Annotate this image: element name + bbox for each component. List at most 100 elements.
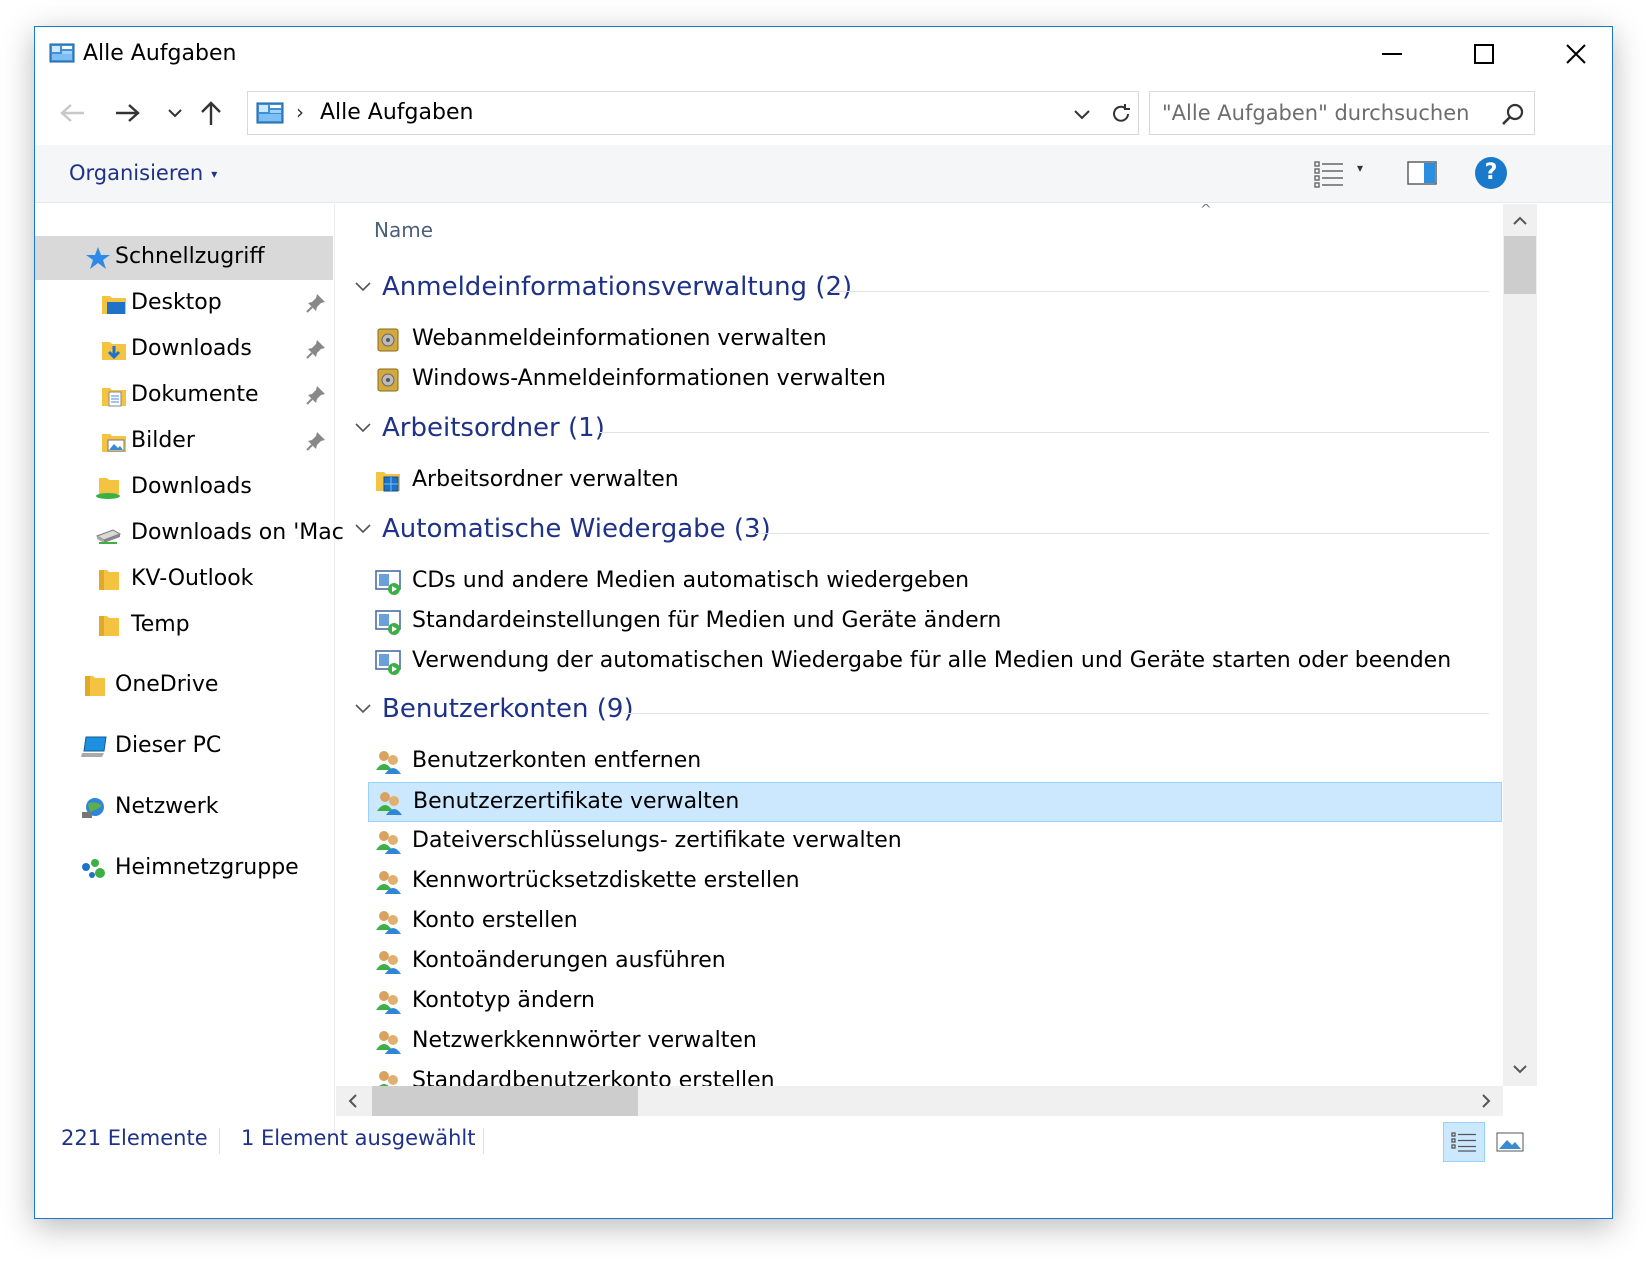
user-accounts-icon bbox=[376, 911, 401, 934]
list-item[interactable]: Dateiverschlüsselungs- zertifikate verwa… bbox=[368, 822, 1502, 862]
scroll-left-button[interactable] bbox=[336, 1086, 370, 1116]
scroll-thumb[interactable] bbox=[1504, 236, 1536, 294]
recent-locations-button[interactable] bbox=[155, 91, 195, 135]
vertical-scrollbar[interactable] bbox=[1503, 204, 1537, 1086]
pictures-folder-icon bbox=[102, 434, 126, 452]
chevron-down-icon[interactable] bbox=[354, 700, 372, 718]
pin-icon[interactable] bbox=[305, 430, 327, 452]
item-label: Windows-Anmeldeinformationen verwalten bbox=[412, 366, 886, 391]
large-icons-view-button[interactable] bbox=[1489, 1122, 1531, 1162]
nav-label: Temp bbox=[131, 612, 190, 637]
breadcrumb[interactable]: Alle Aufgaben bbox=[320, 100, 473, 125]
user-accounts-icon bbox=[379, 1071, 398, 1086]
address-row: › Alle Aufgaben "Alle Aufgaben" durchsuc… bbox=[35, 83, 1612, 143]
nav-item-homegroup[interactable]: Heimnetzgruppe bbox=[35, 847, 333, 891]
minimize-button[interactable] bbox=[1346, 27, 1438, 81]
details-view-button[interactable] bbox=[1443, 1122, 1485, 1162]
credential-vault-icon bbox=[377, 368, 399, 392]
list-item[interactable]: Konto erstellen bbox=[368, 902, 1502, 942]
search-icon[interactable] bbox=[1500, 102, 1526, 128]
pin-icon[interactable] bbox=[305, 292, 327, 314]
list-item[interactable]: Windows-Anmeldeinformationen verwalten bbox=[368, 360, 1502, 400]
group-header[interactable]: Benutzerkonten (9) bbox=[336, 686, 1503, 736]
close-icon bbox=[1566, 44, 1586, 64]
address-bar[interactable]: › Alle Aufgaben bbox=[247, 91, 1139, 135]
list-item[interactable]: Benutzerkonten entfernen bbox=[368, 742, 1502, 782]
chevron-down-icon[interactable] bbox=[354, 419, 372, 437]
list-item[interactable]: CDs und andere Medien automatisch wieder… bbox=[368, 562, 1502, 602]
item-label: Webanmeldeinformationen verwalten bbox=[412, 326, 827, 351]
list-item[interactable]: Webanmeldeinformationen verwalten bbox=[368, 320, 1502, 360]
list-item[interactable]: Verwendung der automatischen Wiedergabe … bbox=[368, 642, 1502, 682]
pin-icon[interactable] bbox=[305, 384, 327, 406]
group-header[interactable]: Arbeitsordner (1) bbox=[336, 405, 1503, 455]
status-divider bbox=[219, 1128, 220, 1154]
sort-ascending-indicator: ^ bbox=[1200, 204, 1212, 218]
nav-label: Desktop bbox=[131, 290, 222, 315]
refresh-button[interactable] bbox=[1106, 99, 1136, 129]
nav-item-network[interactable]: Netzwerk bbox=[35, 786, 333, 830]
address-dropdown-button[interactable] bbox=[1068, 100, 1096, 128]
scroll-up-button[interactable] bbox=[1503, 204, 1537, 238]
nav-item-kv-outlook[interactable]: KV-Outlook bbox=[35, 558, 333, 602]
back-button[interactable] bbox=[53, 91, 93, 135]
up-arrow-icon bbox=[201, 101, 221, 125]
network-globe-icon bbox=[82, 798, 104, 818]
list-item[interactable]: Standardbenutzerkonto erstellen bbox=[368, 1062, 1502, 1086]
help-button[interactable]: ? bbox=[1475, 157, 1507, 189]
user-accounts-icon bbox=[377, 792, 402, 815]
nav-label: Downloads bbox=[131, 474, 252, 499]
search-input[interactable]: "Alle Aufgaben" durchsuchen bbox=[1149, 91, 1535, 135]
item-label: Standardbenutzerkonto erstellen bbox=[412, 1068, 775, 1086]
change-view-icon[interactable] bbox=[1313, 159, 1347, 189]
up-button[interactable] bbox=[191, 91, 231, 135]
scroll-right-button[interactable] bbox=[1469, 1086, 1503, 1116]
nav-item-network-drive[interactable]: Downloads on 'Mac bbox=[35, 512, 344, 556]
nav-label: Downloads on 'Mac bbox=[131, 520, 344, 545]
nav-label: Downloads bbox=[131, 336, 252, 361]
group-header[interactable]: Anmeldeinformationsverwaltung (2) bbox=[336, 264, 1503, 314]
organize-label: Organisieren bbox=[69, 161, 204, 185]
nav-item-onedrive[interactable]: OneDrive bbox=[35, 664, 333, 708]
group-divider bbox=[624, 713, 1489, 714]
column-header-name[interactable]: Name bbox=[374, 218, 433, 242]
nav-label: Dokumente bbox=[131, 382, 259, 407]
list-item-selected[interactable]: Benutzerzertifikate verwalten bbox=[368, 782, 1502, 822]
nav-quick-access[interactable]: Schnellzugriff bbox=[35, 236, 333, 280]
item-label: Dateiverschlüsselungs- zertifikate verwa… bbox=[412, 828, 902, 853]
minimize-icon bbox=[1382, 53, 1402, 55]
nav-item-pictures[interactable]: Bilder bbox=[35, 420, 333, 464]
organize-menu[interactable]: Organisieren ▾ bbox=[69, 161, 217, 185]
group-header[interactable]: Automatische Wiedergabe (3) bbox=[336, 506, 1503, 556]
navigation-pane: Schnellzugriff Desktop Downloads Dokumen… bbox=[35, 204, 344, 1144]
view-dropdown-icon[interactable]: ▾ bbox=[1357, 161, 1363, 175]
nav-item-this-pc[interactable]: Dieser PC bbox=[35, 725, 333, 769]
nav-item-downloads-2[interactable]: Downloads bbox=[35, 466, 333, 510]
chevron-left-icon bbox=[348, 1094, 357, 1108]
nav-item-temp[interactable]: Temp bbox=[35, 604, 333, 648]
pin-icon[interactable] bbox=[305, 338, 327, 360]
close-button[interactable] bbox=[1530, 27, 1622, 81]
group-title: Arbeitsordner (1) bbox=[382, 413, 605, 443]
nav-item-documents[interactable]: Dokumente bbox=[35, 374, 333, 418]
list-item[interactable]: Kennwortrücksetzdiskette erstellen bbox=[368, 862, 1502, 902]
chevron-down-icon[interactable] bbox=[354, 278, 372, 296]
list-item[interactable]: Kontotyp ändern bbox=[368, 982, 1502, 1022]
group-divider bbox=[830, 291, 1489, 292]
list-item[interactable]: Kontoänderungen ausführen bbox=[368, 942, 1502, 982]
list-item[interactable]: Standardeinstellungen für Medien und Ger… bbox=[368, 602, 1502, 642]
preview-pane-icon[interactable] bbox=[1407, 159, 1437, 187]
list-item[interactable]: Netzwerkkennwörter verwalten bbox=[368, 1022, 1502, 1062]
scroll-down-button[interactable] bbox=[1503, 1052, 1537, 1086]
refresh-icon bbox=[1113, 104, 1130, 122]
forward-button[interactable] bbox=[107, 91, 147, 135]
list-item[interactable]: Arbeitsordner verwalten bbox=[368, 461, 1502, 501]
breadcrumb-separator[interactable]: › bbox=[296, 100, 304, 124]
scroll-thumb[interactable] bbox=[372, 1086, 638, 1116]
nav-item-desktop[interactable]: Desktop bbox=[35, 282, 333, 326]
horizontal-scrollbar[interactable] bbox=[336, 1086, 1503, 1116]
content-list: ^ Name Anmeldeinformationsverwaltung (2)… bbox=[336, 204, 1503, 1086]
maximize-button[interactable] bbox=[1438, 27, 1530, 81]
chevron-down-icon[interactable] bbox=[354, 520, 372, 538]
nav-item-downloads[interactable]: Downloads bbox=[35, 328, 333, 372]
